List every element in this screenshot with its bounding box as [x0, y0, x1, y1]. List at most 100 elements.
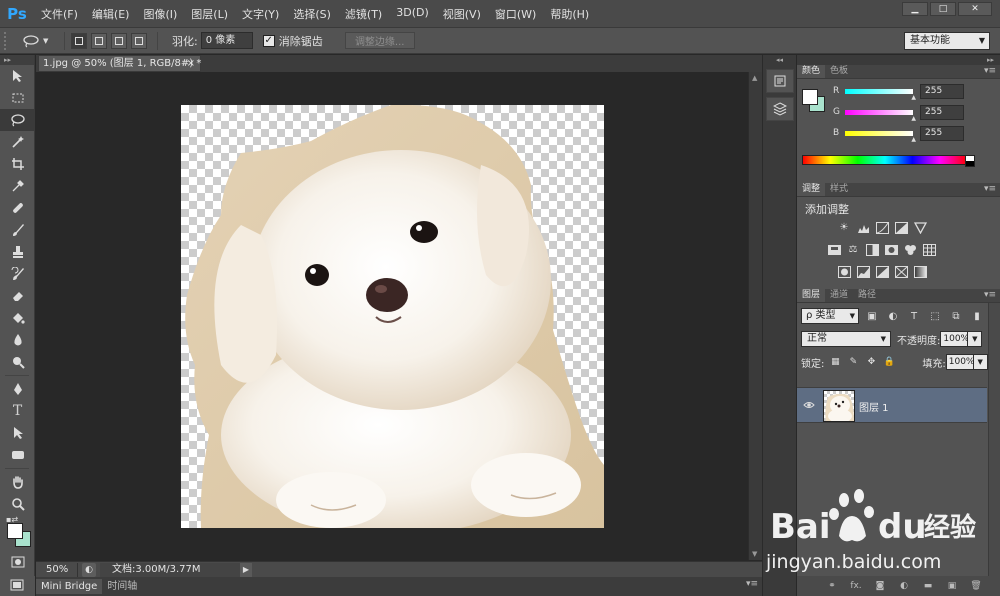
lock-all-icon[interactable]: 🔒 [882, 355, 896, 369]
panel-menu-icon[interactable]: ▾≡ [984, 290, 996, 300]
b-value[interactable]: 255 [920, 125, 964, 141]
strip-collapse[interactable]: ◂◂ [763, 55, 796, 65]
clone-stamp-tool[interactable] [0, 241, 35, 263]
menu-layer[interactable]: 图层(L) [184, 6, 235, 22]
channel-mixer-icon[interactable] [903, 243, 917, 256]
blur-tool[interactable] [0, 329, 35, 351]
rectangle-tool[interactable] [0, 444, 35, 466]
eraser-tool[interactable] [0, 285, 35, 307]
hue-saturation-icon[interactable] [827, 243, 841, 256]
minimize-button[interactable]: ▁ [902, 2, 928, 16]
mask-icon[interactable]: ◙ [873, 579, 887, 593]
eyedropper-tool[interactable] [0, 175, 35, 197]
brightness-icon[interactable]: ☀ [837, 221, 851, 234]
slider-thumb-icon[interactable]: ▲ [911, 136, 916, 143]
menu-file[interactable]: 文件(F) [34, 6, 85, 22]
maximize-button[interactable]: □ [930, 2, 956, 16]
link-icon[interactable]: ⚭ [825, 579, 839, 593]
r-value[interactable]: 255 [920, 83, 964, 99]
r-track[interactable]: ▲ [845, 88, 916, 101]
close-tab-icon[interactable]: × [187, 56, 195, 71]
tool-preset-picker[interactable]: ▼ [22, 34, 58, 48]
panel-menu-icon[interactable]: ▾≡ [984, 66, 996, 76]
lock-pixels-icon[interactable]: ✎ [846, 355, 860, 369]
menu-help[interactable]: 帮助(H) [543, 6, 596, 22]
threshold-icon[interactable] [875, 265, 889, 278]
new-layer-icon[interactable]: ▣ [945, 579, 959, 593]
pixel-filter-icon[interactable]: ▣ [864, 309, 880, 323]
magic-wand-tool[interactable] [0, 131, 35, 153]
marquee-tool[interactable] [0, 87, 35, 109]
levels-icon[interactable] [856, 221, 870, 234]
screen-mode-button[interactable] [0, 576, 35, 596]
toolbar-collapse[interactable]: ▸▸ [0, 55, 34, 65]
tab-adjustments[interactable]: 调整 [797, 183, 826, 196]
tab-layers[interactable]: 图层 [797, 289, 826, 302]
opacity-field[interactable]: 100% [940, 331, 969, 347]
vibrance-icon[interactable] [913, 221, 927, 234]
canvas-area[interactable] [36, 72, 748, 560]
color-spectrum[interactable] [802, 155, 975, 167]
color-balance-icon[interactable]: ⚖ [846, 243, 860, 256]
foreground-color[interactable] [7, 523, 23, 539]
tab-paths[interactable]: 路径 [853, 289, 881, 302]
layer-thumbnail[interactable] [823, 390, 855, 422]
lock-transparency-icon[interactable]: ▦ [828, 355, 842, 369]
panel-menu-icon[interactable]: ▾≡ [746, 579, 758, 589]
type-filter-icon[interactable]: T [906, 309, 922, 323]
filter-toggle-icon[interactable]: ▮ [969, 309, 985, 323]
document-canvas[interactable] [181, 105, 604, 528]
visibility-eye-icon[interactable] [803, 400, 815, 412]
posterize-icon[interactable] [856, 265, 870, 278]
hand-tool[interactable] [0, 471, 35, 493]
photo-filter-icon[interactable] [884, 243, 898, 256]
lasso-tool[interactable] [0, 109, 35, 131]
layer-name[interactable]: 图层 1 [859, 399, 889, 414]
menu-edit[interactable]: 编辑(E) [85, 6, 137, 22]
panel-menu-icon[interactable]: ▾≡ [984, 184, 996, 194]
menu-type[interactable]: 文字(Y) [235, 6, 286, 22]
g-value[interactable]: 255 [920, 104, 964, 120]
curves-icon[interactable] [875, 221, 889, 234]
smart-object-filter-icon[interactable]: ⧉ [948, 309, 964, 323]
slider-thumb-icon[interactable]: ▲ [911, 94, 916, 101]
adjustment-filter-icon[interactable]: ◐ [885, 309, 901, 323]
adjustment-icon[interactable]: ◐ [897, 579, 911, 593]
menu-view[interactable]: 视图(V) [436, 6, 488, 22]
shape-filter-icon[interactable]: ⬚ [927, 309, 943, 323]
layers-scrollbar[interactable] [988, 303, 1000, 577]
opacity-dropdown-icon[interactable]: ▼ [968, 331, 983, 347]
menu-filter[interactable]: 滤镜(T) [338, 6, 389, 22]
close-button[interactable]: ✕ [958, 2, 992, 16]
quick-mask-button[interactable] [0, 551, 35, 573]
tab-channels[interactable]: 通道 [825, 289, 853, 302]
dodge-tool[interactable] [0, 351, 35, 373]
pen-tool[interactable] [0, 378, 35, 400]
fx-icon[interactable]: fx. [849, 579, 863, 593]
add-to-selection-button[interactable] [91, 32, 107, 49]
tab-timeline[interactable]: 时间轴 [102, 579, 142, 594]
status-menu-arrow-icon[interactable]: ▶ [240, 562, 252, 577]
trash-icon[interactable]: 🗑 [969, 579, 983, 593]
menu-window[interactable]: 窗口(W) [488, 6, 543, 22]
options-grip[interactable] [4, 31, 12, 50]
slider-thumb-icon[interactable]: ▲ [911, 115, 916, 122]
scroll-up-icon[interactable]: ▲ [752, 74, 757, 82]
menu-3d[interactable]: 3D(D) [389, 6, 436, 22]
menu-select[interactable]: 选择(S) [286, 6, 338, 22]
group-icon[interactable]: ▬ [921, 579, 935, 593]
move-tool[interactable] [0, 65, 35, 87]
menu-image[interactable]: 图像(I) [136, 6, 184, 22]
panel-foreground-color[interactable] [802, 89, 818, 105]
gradient-map-icon[interactable] [913, 265, 927, 278]
color-lookup-icon[interactable] [922, 243, 936, 256]
layer-row[interactable]: 图层 1 [797, 387, 987, 423]
brush-tool[interactable] [0, 219, 35, 241]
selective-color-icon[interactable] [894, 265, 908, 278]
tab-mini-bridge[interactable]: Mini Bridge [36, 579, 103, 594]
fill-dropdown-icon[interactable]: ▼ [973, 354, 988, 370]
workspace-select[interactable]: 基本功能 ▼ [904, 32, 990, 50]
zoom-tool[interactable] [0, 493, 35, 515]
antialias-checkbox[interactable]: ✓ [262, 34, 275, 47]
refine-edge-button[interactable]: 调整边缘... [344, 32, 415, 49]
